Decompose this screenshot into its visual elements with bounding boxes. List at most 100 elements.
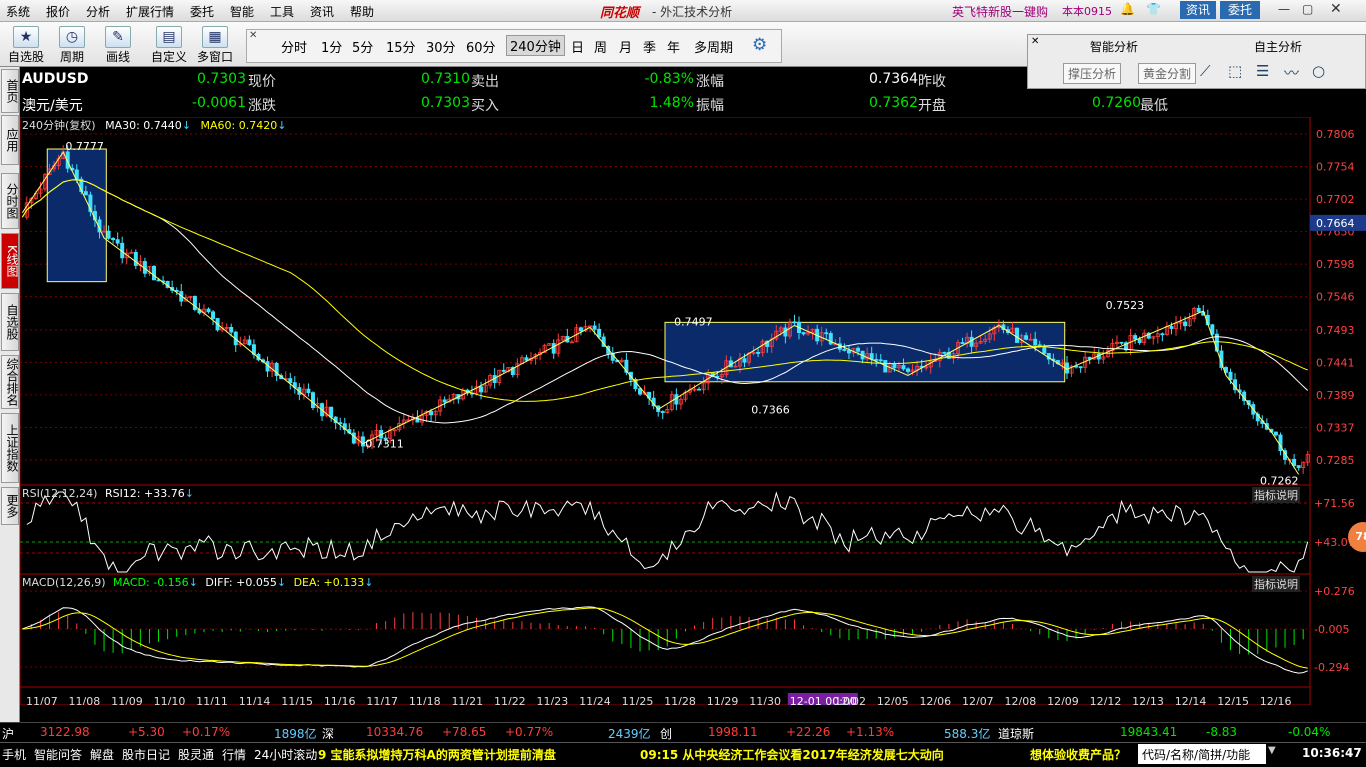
status-item-1[interactable]: 智能问答: [34, 746, 82, 763]
price-tick: 0.7702: [1316, 193, 1355, 206]
status-item-0[interactable]: 手机: [2, 746, 26, 763]
sz-pct: +0.77%: [505, 725, 554, 739]
candle-body: [578, 327, 583, 332]
menu-item-3[interactable]: 扩展行情: [126, 3, 174, 20]
account-label[interactable]: 本本0915: [1062, 3, 1112, 19]
x-tick: 11/29: [707, 695, 739, 705]
price-tick: 0.7441: [1316, 356, 1355, 369]
menu-item-2[interactable]: 分析: [86, 3, 110, 20]
status-item-2[interactable]: 解盘: [90, 746, 114, 763]
custom-button[interactable]: ▤ 自定义: [148, 24, 190, 66]
period-2[interactable]: 5分: [352, 37, 373, 56]
status-item-5[interactable]: 行情: [222, 746, 246, 763]
circle-tool-icon[interactable]: ○: [1312, 62, 1325, 80]
bell-icon[interactable]: 🔔: [1120, 2, 1135, 16]
diff-value: DIFF: +0.055: [205, 576, 277, 589]
x-tick: 12/02: [834, 695, 866, 705]
nav-tab-3[interactable]: K线图: [1, 233, 19, 289]
search-input[interactable]: 代码/名称/简拼/功能: [1138, 744, 1266, 764]
candle-body: [1078, 366, 1083, 369]
menu-item-5[interactable]: 智能: [230, 3, 254, 20]
nav-tab-4[interactable]: 自选股: [1, 293, 19, 351]
period-bar-close-icon[interactable]: ✕: [249, 30, 257, 41]
menu-item-7[interactable]: 资讯: [310, 3, 334, 20]
promo-text[interactable]: 想体验收费产品？: [1030, 746, 1126, 763]
x-tick: 12/07: [962, 695, 994, 705]
period-button[interactable]: ◷ 周期: [52, 24, 92, 66]
search-dropdown-icon[interactable]: ▼: [1268, 745, 1276, 756]
x-tick: 12/14: [1175, 695, 1207, 705]
period-1[interactable]: 1分: [321, 37, 342, 56]
candle-body: [1133, 335, 1138, 340]
period-3[interactable]: 15分: [386, 37, 416, 56]
candle-body: [792, 321, 797, 324]
nav-tab-7[interactable]: 更多: [1, 487, 19, 525]
rsi-tick: +71.56: [1314, 497, 1355, 510]
nav-tab-5[interactable]: 综合排名: [1, 355, 19, 409]
promo-link[interactable]: 英飞特新股一键购: [952, 3, 1048, 20]
x-tick: 11/11: [196, 695, 228, 705]
rsi-help-button[interactable]: 指标说明: [1252, 487, 1300, 503]
period-12[interactable]: 多周期: [694, 37, 733, 56]
sh-volume: 1898亿: [274, 727, 317, 741]
candle-body: [969, 336, 974, 347]
current-price-text: 0.7664: [1316, 217, 1355, 230]
news-button[interactable]: 资讯: [1180, 1, 1216, 19]
macd-header: MACD(12,26,9) MACD: -0.156↓ DIFF: +0.055…: [22, 576, 373, 589]
x-tick: 11/10: [154, 695, 186, 705]
quote-value-2: -0.83%: [644, 71, 694, 87]
chart-area[interactable]: 0.7777 0.7311 0.7497 0.7366 0.7523 0.7262 +71…: [20, 117, 1366, 705]
x-tick: 12/12: [1090, 695, 1122, 705]
period-5[interactable]: 60分: [466, 37, 496, 56]
status-item-3[interactable]: 股市日记: [122, 746, 170, 763]
candle-body: [856, 347, 861, 352]
period-10[interactable]: 季: [643, 37, 656, 56]
macd-help-button[interactable]: 指标说明: [1252, 576, 1300, 592]
minimize-icon[interactable]: —: [1278, 2, 1290, 16]
sh-label: 沪: [2, 727, 15, 741]
status-item-6[interactable]: 24小时滚动: [254, 746, 317, 763]
nav-tab-6[interactable]: 上证指数: [1, 413, 19, 483]
price-tick: 0.7337: [1316, 421, 1355, 434]
candle-body: [878, 359, 883, 362]
period-4[interactable]: 30分: [426, 37, 456, 56]
trade-button[interactable]: 委托: [1220, 1, 1260, 19]
multi-window-button[interactable]: ▦ 多窗口: [194, 24, 236, 66]
quote-value-1: 0.7310: [421, 71, 470, 87]
ma30-arrow-icon: ↓: [181, 119, 192, 132]
period-6[interactable]: 240分钟: [506, 35, 565, 56]
period-8[interactable]: 周: [594, 37, 607, 56]
period-9[interactable]: 月: [619, 37, 632, 56]
menu-item-6[interactable]: 工具: [270, 3, 294, 20]
nav-tab-2[interactable]: 分时图: [1, 173, 19, 229]
menu-item-4[interactable]: 委托: [190, 3, 214, 20]
x-tick: 11/17: [366, 695, 398, 705]
status-item-4[interactable]: 股灵通: [178, 746, 214, 763]
tab-smart-analysis[interactable]: 智能分析: [1090, 38, 1138, 55]
nav-tab-1[interactable]: 应用: [1, 115, 19, 165]
nav-tab-0[interactable]: 首页: [1, 69, 19, 113]
candle-body: [597, 328, 602, 338]
x-tick: 11/30: [749, 695, 781, 705]
watchlist-button[interactable]: ★ 自选股: [6, 24, 46, 66]
menu-item-0[interactable]: 系统: [6, 3, 30, 20]
news-ticker-2[interactable]: 09:15 从中央经济工作会议看2017年经济发展七大动向: [640, 746, 944, 763]
menu-item-8[interactable]: 帮助: [350, 3, 374, 20]
period-7[interactable]: 日: [571, 37, 584, 56]
macd-tick: -0.005: [1314, 623, 1349, 636]
close-icon[interactable]: ✕: [1330, 1, 1342, 17]
panel-close-icon[interactable]: ✕: [1031, 36, 1039, 47]
candle-body: [211, 311, 216, 319]
period-0[interactable]: 分时: [281, 37, 307, 56]
price-tick: 0.7806: [1316, 128, 1355, 141]
period-11[interactable]: 年: [667, 37, 680, 56]
tab-self-analysis[interactable]: 自主分析: [1254, 38, 1302, 55]
dea-arrow-icon: ↓: [364, 576, 374, 589]
menu-item-1[interactable]: 报价: [46, 3, 70, 20]
news-ticker-1[interactable]: 9 宝能系拟增持万科A的两资管计划提前清盘: [318, 746, 556, 763]
candle-body: [1119, 341, 1124, 344]
settings-gear-icon[interactable]: ⚙: [752, 35, 767, 55]
draw-line-button[interactable]: ✎ 画线: [98, 24, 138, 66]
restore-icon[interactable]: ▢: [1302, 2, 1313, 16]
shirt-icon[interactable]: 👕: [1146, 2, 1161, 16]
